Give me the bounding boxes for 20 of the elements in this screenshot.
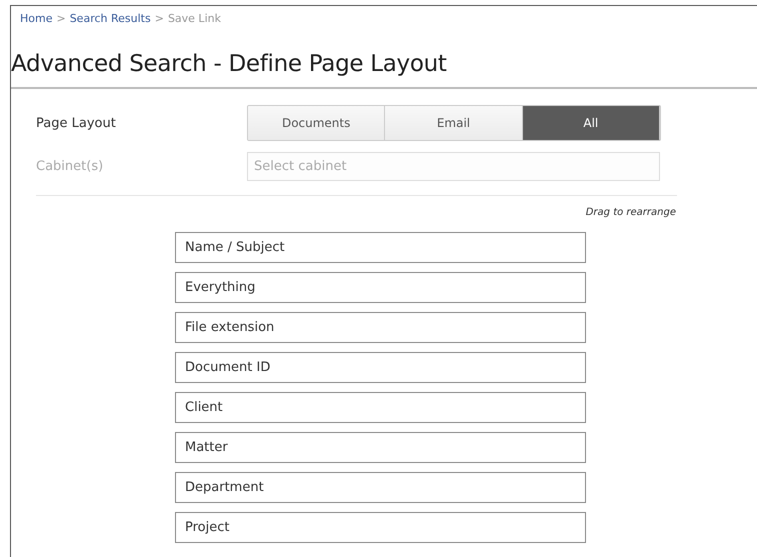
breadcrumb-current: Save Link <box>168 12 221 25</box>
page-title: Advanced Search - Define Page Layout <box>11 51 757 89</box>
layout-toggle-button[interactable]: Email <box>385 106 523 140</box>
breadcrumb-link[interactable]: Search Results <box>70 12 151 25</box>
layout-toggle-button[interactable]: All <box>522 106 660 140</box>
draggable-field-item[interactable]: Name / Subject <box>175 232 586 263</box>
draggable-field-item[interactable]: Document ID <box>175 352 586 383</box>
breadcrumb-separator: > <box>56 12 66 25</box>
drag-hint: Drag to rearrange <box>584 207 676 218</box>
field-label: Page Layout <box>36 116 117 130</box>
layout-toggle-button[interactable]: Documents <box>248 106 386 140</box>
draggable-field-item[interactable]: Project <box>175 512 586 543</box>
draggable-field-item[interactable]: Department <box>175 472 586 503</box>
field-label: Cabinet(s) <box>36 159 104 174</box>
draggable-field-item[interactable]: Everything <box>175 272 586 303</box>
breadcrumb-separator: > <box>154 12 164 25</box>
draggable-field-item[interactable]: Client <box>175 392 586 423</box>
breadcrumb-link[interactable]: Home <box>20 12 52 25</box>
draggable-field-item[interactable]: Matter <box>175 432 586 463</box>
draggable-field-item[interactable]: File extension <box>175 312 586 343</box>
